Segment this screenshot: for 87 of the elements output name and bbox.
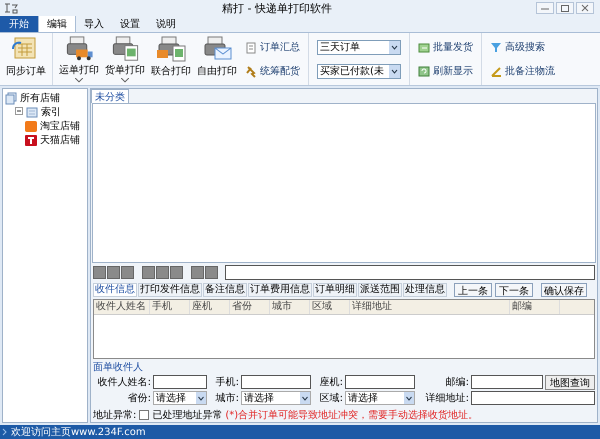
warning-text: (*)合并订单可能导致地址冲突，需要手动选择收货地址。	[225, 408, 478, 422]
filter-dropdown[interactable]: 三天订单	[317, 40, 401, 54]
ribbon-tab[interactable]: 编辑	[38, 15, 76, 32]
filter-icon	[490, 40, 502, 54]
text-field[interactable]	[225, 265, 595, 280]
detail-tab[interactable]: 收件信息	[93, 283, 137, 297]
detail-tab[interactable]: 派送范围	[358, 283, 402, 297]
column-header: 详细地址	[350, 300, 510, 314]
field-label: 手机:	[214, 376, 239, 389]
field-label: 详细地址:	[424, 392, 469, 405]
tree-item[interactable]: 所有店铺	[20, 91, 60, 105]
checkbox-label[interactable]: 已处理地址异常	[152, 408, 222, 422]
column-header: 收件人姓名	[94, 300, 150, 314]
toolbar-button[interactable]: 统筹配货	[245, 64, 300, 78]
field-label: 地址异常:	[93, 408, 136, 422]
printer-truck-icon	[64, 35, 94, 62]
column-header: 区域	[310, 300, 350, 314]
ribbon-tab[interactable]: 导入	[76, 16, 112, 32]
collapse-toggle[interactable]	[15, 106, 23, 118]
shipment-icon	[418, 40, 430, 54]
toolbar-button[interactable]: 高级搜索	[490, 40, 555, 54]
field-label: 收件人姓名:	[96, 376, 151, 389]
column-header: 城市	[270, 300, 310, 314]
list-icon	[26, 106, 38, 118]
minimize-button[interactable]	[536, 2, 554, 14]
tree-item[interactable]: 天猫店铺	[40, 133, 80, 147]
close-button[interactable]	[576, 2, 594, 14]
field-label: 省份:	[126, 392, 151, 405]
map-search-button[interactable]: 地图查询	[545, 374, 595, 390]
start-menu-button[interactable]: 开始	[0, 16, 38, 32]
select-field[interactable]: 请选择	[345, 391, 415, 405]
input-field[interactable]	[471, 391, 595, 405]
save-button[interactable]: 确认保存	[541, 283, 587, 297]
print-button[interactable]: 货单打印	[102, 33, 148, 85]
sync-orders-button[interactable]: 同步订单	[3, 33, 49, 85]
detail-tab[interactable]: 备注信息	[203, 283, 247, 297]
select-field[interactable]: 请选择	[241, 391, 311, 405]
close-icon	[581, 4, 589, 12]
app-icon	[4, 2, 18, 14]
checkbox[interactable]	[139, 410, 150, 420]
clipboard-icon	[245, 40, 257, 54]
ribbon-tab[interactable]: 设置	[112, 16, 148, 32]
print-button[interactable]: 联合打印	[148, 33, 194, 85]
next-button[interactable]: 下一条	[495, 283, 533, 297]
collapse-icon	[15, 106, 23, 114]
maximize-button[interactable]	[556, 2, 574, 14]
detail-tab[interactable]: 订单费用信息	[248, 283, 312, 297]
select-field[interactable]: 请选择	[153, 391, 207, 405]
group-legend: 面单收件人	[93, 360, 595, 374]
toolbar-button[interactable]: 批量发货	[418, 40, 473, 54]
input-field[interactable]	[345, 375, 415, 389]
stacked-pages-icon	[5, 92, 17, 104]
detail-tab[interactable]: 打印发件信息	[138, 283, 202, 297]
t-badge-icon	[25, 134, 37, 146]
filter-dropdown[interactable]: 买家已付款(未	[317, 64, 401, 78]
column-header: 座机	[190, 300, 230, 314]
shop-badge-icon	[25, 120, 37, 132]
grip-icon	[2, 428, 8, 436]
status-text: 欢迎访问主页www.234F.com	[11, 426, 146, 439]
tree-item[interactable]: 索引	[41, 105, 61, 119]
previous-button[interactable]: 上一条	[454, 283, 492, 297]
print-button[interactable]: 运单打印	[56, 33, 102, 85]
window-title: 精打 - 快递单打印软件	[221, 0, 333, 16]
minimize-icon	[541, 6, 549, 10]
input-field[interactable]	[153, 375, 207, 389]
tree-item[interactable]: 淘宝店铺	[40, 119, 80, 133]
print-button[interactable]: 自由打印	[194, 33, 240, 85]
category-tab[interactable]: 未分类	[91, 89, 129, 103]
field-label: 城市:	[214, 392, 239, 405]
field-label: 邮编:	[444, 376, 469, 389]
input-field[interactable]	[471, 375, 543, 389]
column-header: 省份	[230, 300, 270, 314]
column-header: 邮编	[510, 300, 560, 314]
toolbar-button[interactable]: 批备注物流	[490, 64, 555, 78]
maximize-icon	[561, 4, 569, 12]
detail-tab[interactable]: 处理信息	[403, 283, 447, 297]
input-field[interactable]	[241, 375, 311, 389]
column-header: 手机	[150, 300, 190, 314]
toolbar-button[interactable]: 订单汇总	[245, 40, 300, 54]
pushpin-icon	[245, 64, 257, 78]
pen-icon	[490, 64, 502, 78]
ribbon-tab[interactable]: 说明	[148, 16, 184, 32]
toolbar-button[interactable]: 刷新显示	[418, 64, 473, 78]
refresh-icon	[418, 64, 430, 78]
field-label: 区域:	[318, 392, 343, 405]
field-label: 座机:	[318, 376, 343, 389]
detail-tab[interactable]: 订单明细	[313, 283, 357, 297]
